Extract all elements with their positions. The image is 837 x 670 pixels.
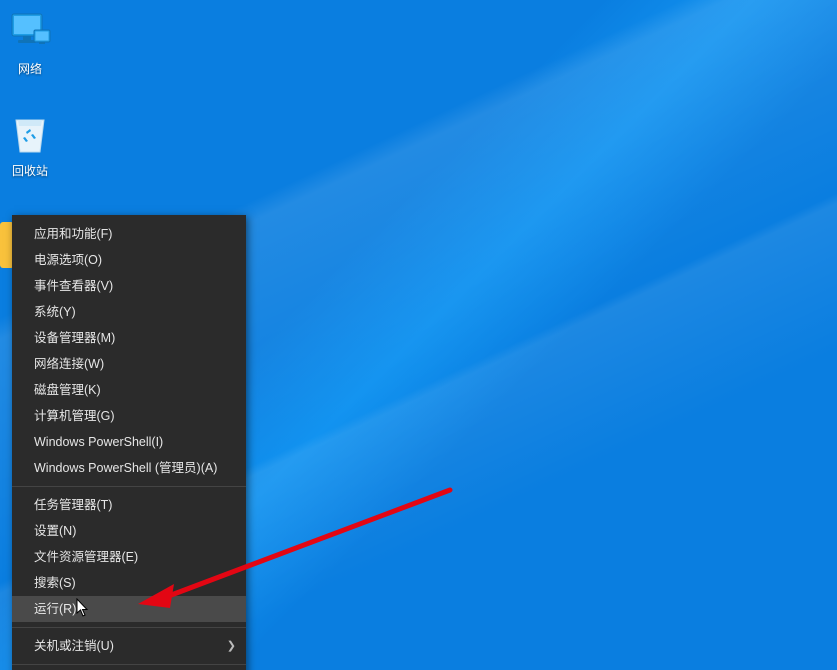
menu-item-computer-management[interactable]: 计算机管理(G) xyxy=(12,403,246,429)
recycle-bin-icon xyxy=(6,110,54,158)
menu-separator xyxy=(12,486,246,487)
menu-item-powershell[interactable]: Windows PowerShell(I) xyxy=(12,429,246,455)
menu-item-apps-features[interactable]: 应用和功能(F) xyxy=(12,221,246,247)
network-icon xyxy=(6,8,54,56)
menu-item-search[interactable]: 搜索(S) xyxy=(12,570,246,596)
menu-item-system[interactable]: 系统(Y) xyxy=(12,299,246,325)
menu-item-device-manager[interactable]: 设备管理器(M) xyxy=(12,325,246,351)
menu-item-run[interactable]: 运行(R) xyxy=(12,596,246,622)
menu-item-task-manager[interactable]: 任务管理器(T) xyxy=(12,492,246,518)
menu-item-file-explorer[interactable]: 文件资源管理器(E) xyxy=(12,544,246,570)
menu-item-event-viewer[interactable]: 事件查看器(V) xyxy=(12,273,246,299)
menu-item-settings[interactable]: 设置(N) xyxy=(12,518,246,544)
menu-item-network-connections[interactable]: 网络连接(W) xyxy=(12,351,246,377)
desktop-icon-recycle-bin[interactable]: 回收站 xyxy=(0,110,66,179)
menu-item-disk-management[interactable]: 磁盘管理(K) xyxy=(12,377,246,403)
desktop-icon-label: 回收站 xyxy=(0,162,66,179)
menu-separator xyxy=(12,664,246,665)
menu-item-power-options[interactable]: 电源选项(O) xyxy=(12,247,246,273)
desktop-icon-network[interactable]: 网络 xyxy=(0,8,66,77)
menu-separator xyxy=(12,627,246,628)
menu-item-shutdown-logout[interactable]: 关机或注销(U) ❯ xyxy=(12,633,246,659)
menu-item-powershell-admin[interactable]: Windows PowerShell (管理员)(A) xyxy=(12,455,246,481)
winx-context-menu: 应用和功能(F) 电源选项(O) 事件查看器(V) 系统(Y) 设备管理器(M)… xyxy=(12,215,246,670)
submenu-arrow-icon: ❯ xyxy=(227,639,236,653)
desktop[interactable]: 网络 回收站 应用和功能(F) 电源选项(O) 事件查看器(V) 系统(Y) 设… xyxy=(0,0,837,670)
desktop-icon-label: 网络 xyxy=(0,60,66,77)
